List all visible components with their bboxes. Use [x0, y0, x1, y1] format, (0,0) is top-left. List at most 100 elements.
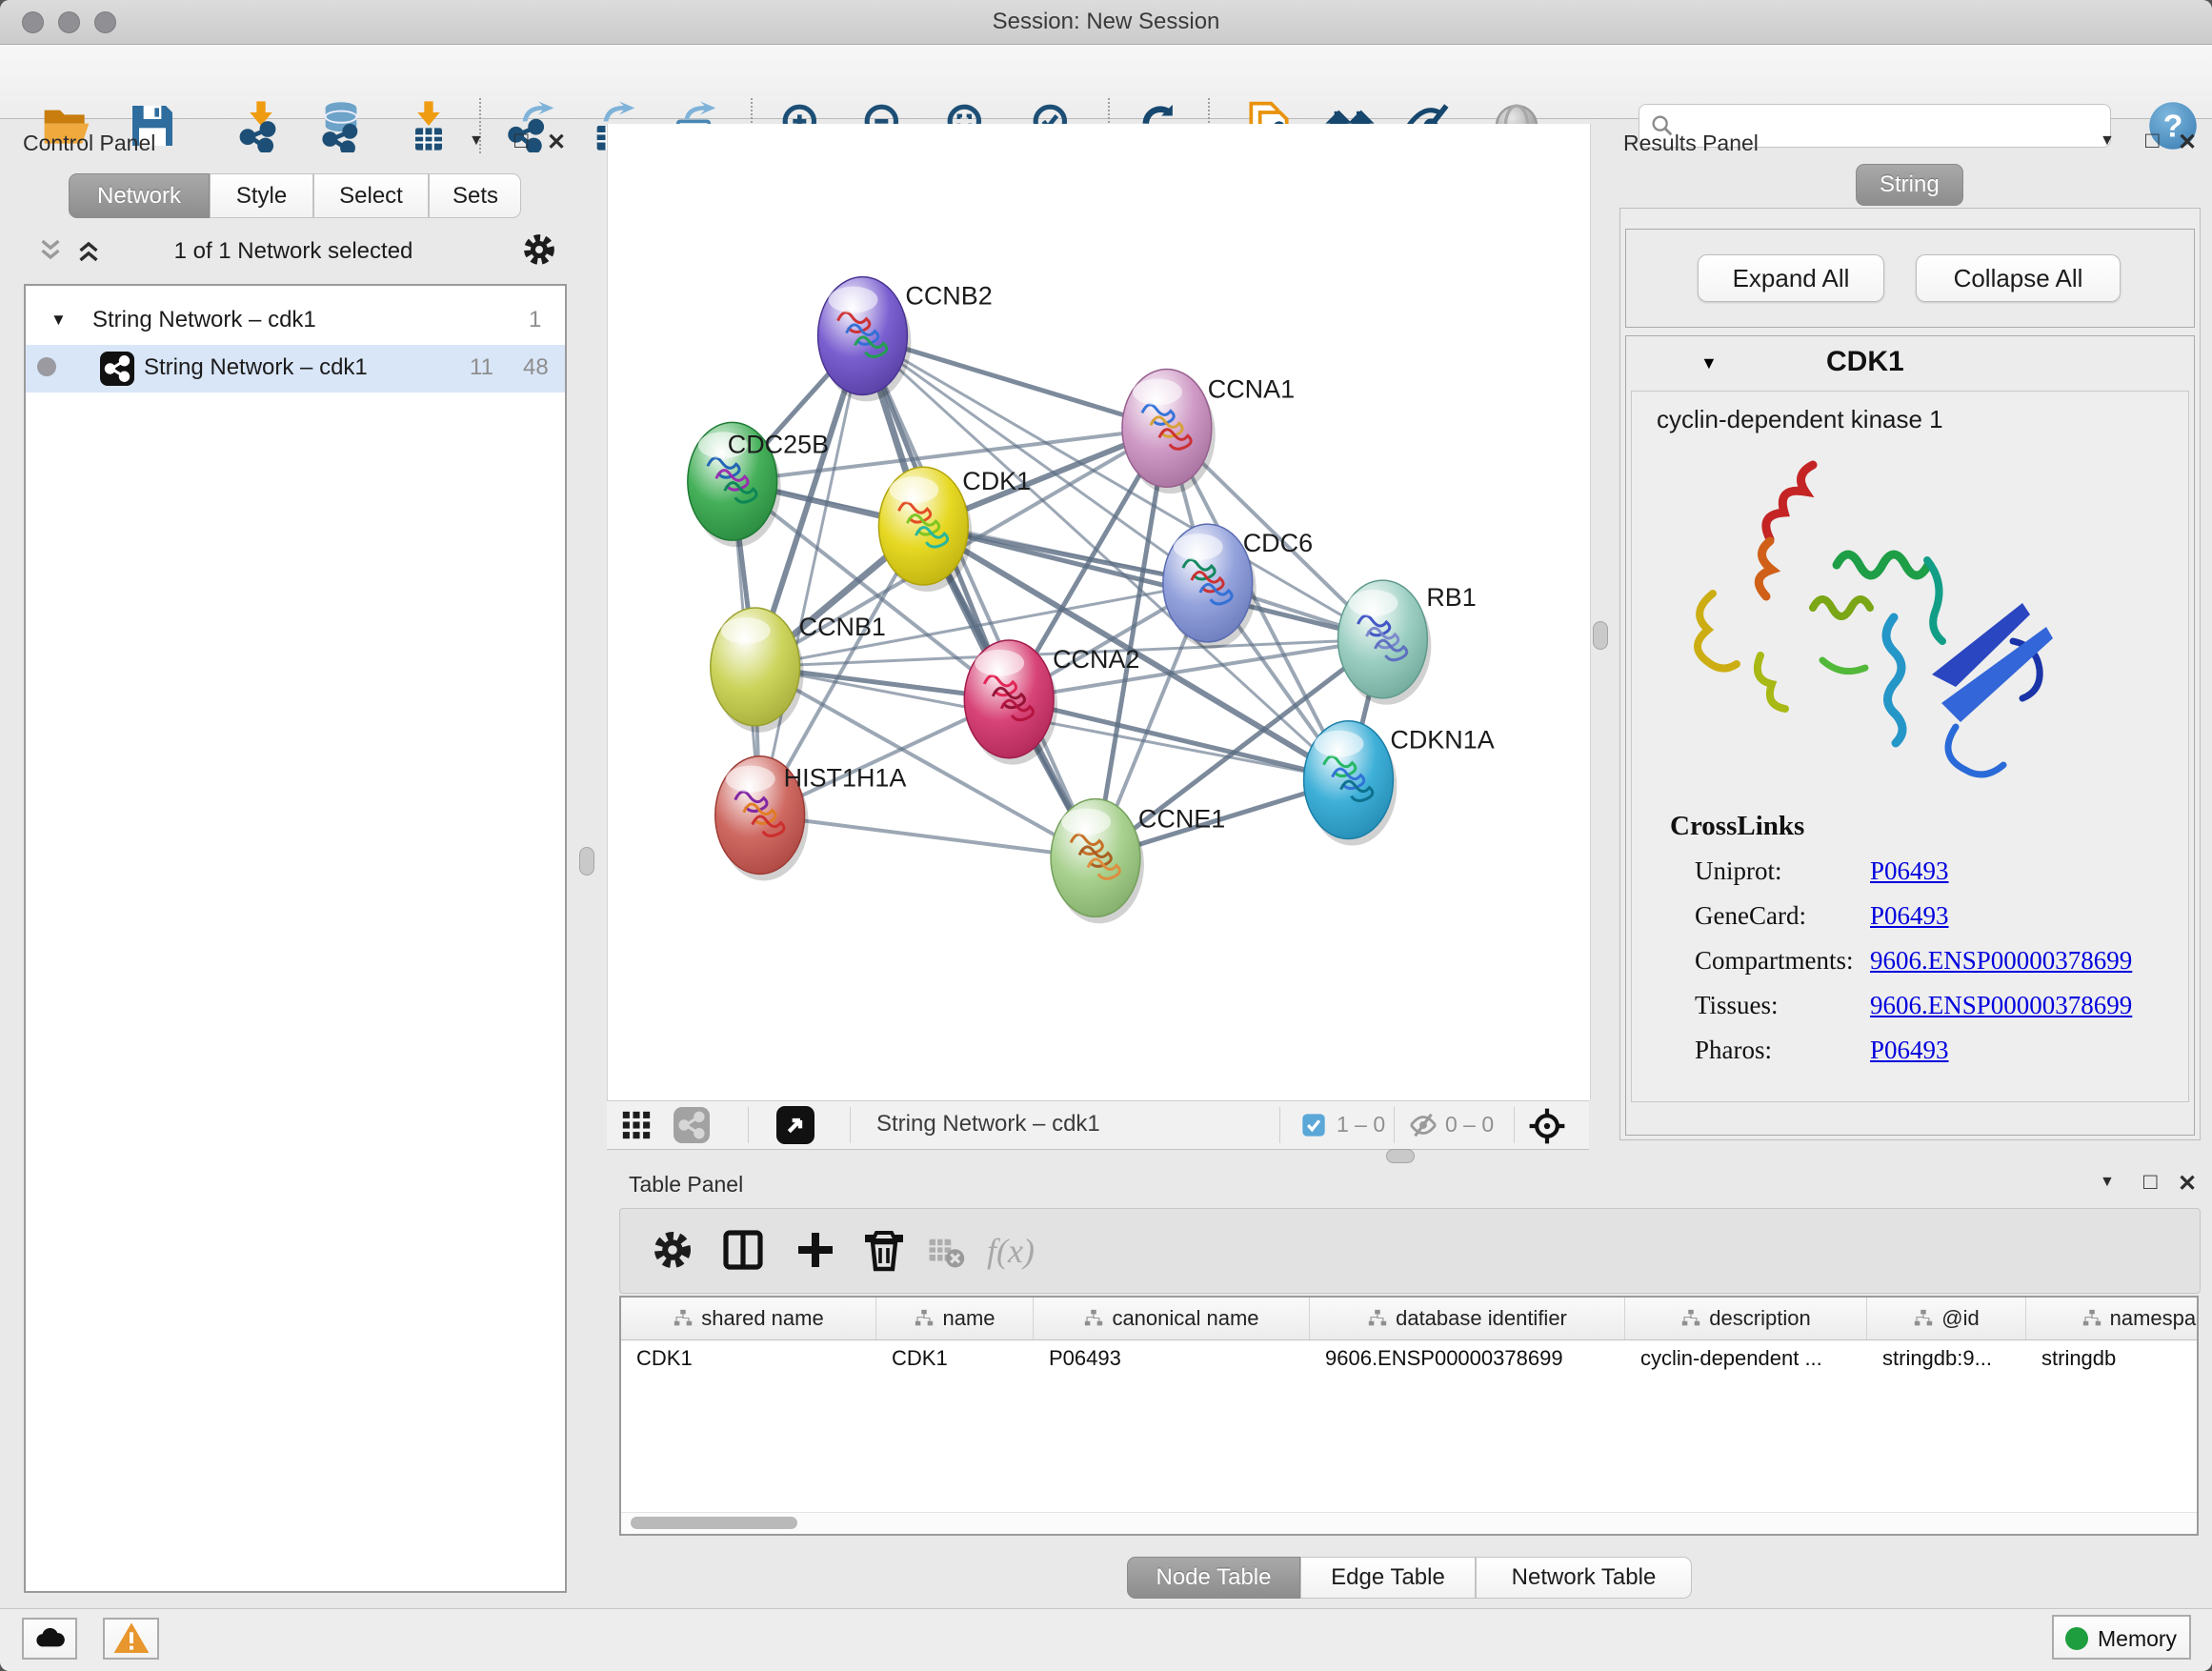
table-cell[interactable]: cyclin-dependent ...: [1625, 1339, 1867, 1378]
node-CDK1[interactable]: [878, 467, 972, 592]
table-cell[interactable]: CDK1: [621, 1339, 876, 1378]
crosslink-link[interactable]: 9606.ENSP00000378699: [1870, 946, 2132, 976]
left-splitter-handle[interactable]: [579, 847, 594, 876]
control-panel-collapse-icon[interactable]: ▼: [469, 132, 484, 150]
status-bar: [0, 1608, 2212, 1671]
column-header[interactable]: database identifier: [1310, 1298, 1625, 1339]
expand-all-button[interactable]: Expand All: [1698, 254, 1884, 302]
table-panel-collapse-icon[interactable]: ▼: [2100, 1174, 2115, 1191]
node-table[interactable]: shared namenamecanonical namedatabase id…: [619, 1296, 2199, 1536]
table-panel-float-icon[interactable]: □: [2143, 1169, 2158, 1196]
tab-sets[interactable]: Sets: [429, 173, 521, 218]
tab-string[interactable]: String: [1856, 164, 1963, 206]
node-CCNE1[interactable]: [1051, 799, 1144, 924]
node-label-CCNA2: CCNA2: [1053, 645, 1139, 674]
table-row[interactable]: CDK1CDK1P064939606.ENSP00000378699cyclin…: [621, 1339, 2199, 1378]
column-header[interactable]: namespace: [2026, 1298, 2199, 1339]
import-network-icon[interactable]: [234, 99, 288, 152]
crosslink-label: Pharos:: [1695, 1036, 1772, 1065]
birdseye-view-icon[interactable]: [776, 1106, 814, 1144]
footer-separator: [1514, 1107, 1515, 1143]
tab-edge-table[interactable]: Edge Table: [1300, 1557, 1476, 1599]
scrollbar-thumb[interactable]: [631, 1517, 797, 1529]
edge-HIST1H1A-CCNE1[interactable]: [760, 815, 1096, 858]
crosslink-link[interactable]: P06493: [1870, 1036, 1949, 1065]
collection-expander-icon[interactable]: ▼: [50, 311, 67, 330]
edge-CCNB2-HIST1H1A[interactable]: [760, 336, 863, 815]
title-bar: Session: New Session: [0, 0, 2212, 45]
network-view-toolbar: String Network – cdk1 1 – 0 0 – 0: [607, 1100, 1589, 1150]
node-label-HIST1H1A: HIST1H1A: [784, 764, 907, 793]
node-CCNB2[interactable]: [818, 277, 912, 402]
fit-content-crosshair-icon[interactable]: [1527, 1106, 1567, 1146]
window-title: Session: New Session: [0, 9, 2212, 35]
footer-separator: [748, 1107, 749, 1143]
tab-network[interactable]: Network: [69, 173, 210, 218]
node-RB1[interactable]: [1338, 580, 1432, 705]
cloud-status-button[interactable]: [22, 1618, 77, 1660]
table-cell[interactable]: 9606.ENSP00000378699: [1310, 1339, 1625, 1378]
network-thumbnail-icon[interactable]: [674, 1107, 710, 1143]
hidden-eye-icon[interactable]: [1407, 1109, 1439, 1141]
import-network-from-database-icon[interactable]: [314, 99, 368, 152]
memory-button[interactable]: Memory: [2052, 1615, 2191, 1660]
crosslink-label: Uniprot:: [1695, 856, 1782, 886]
delete-column-icon[interactable]: [861, 1227, 907, 1273]
crosslink-label: Compartments:: [1695, 946, 1853, 976]
node-label-RB1: RB1: [1426, 583, 1476, 612]
crosslink-link[interactable]: 9606.ENSP00000378699: [1870, 991, 2132, 1020]
collapse-all-button[interactable]: Collapse All: [1916, 254, 2121, 302]
network-selection-status: 1 of 1 Network selected: [24, 238, 563, 265]
column-header[interactable]: description: [1625, 1298, 1867, 1339]
network-collection-row[interactable]: ▼ String Network – cdk1 1: [26, 297, 565, 345]
node-CDKN1A[interactable]: [1304, 721, 1398, 846]
node-CCNA2[interactable]: [964, 640, 1057, 765]
grid-view-icon[interactable]: [620, 1109, 653, 1141]
hidden-counts: 0 – 0: [1445, 1112, 1494, 1137]
network-graph[interactable]: CCNB2CCNA1CDC25BCDK1CDC6RB1CCNB1CCNA2CDK…: [608, 124, 1588, 1100]
results-panel-collapse-icon[interactable]: ▼: [2100, 132, 2115, 150]
results-panel-tabs: String: [1856, 164, 1963, 206]
column-header[interactable]: @id: [1867, 1298, 2026, 1339]
import-table-icon[interactable]: [402, 99, 455, 152]
collection-count: 1: [529, 307, 541, 333]
results-panel-float-icon[interactable]: □: [2145, 128, 2160, 154]
selected-checkbox-icon[interactable]: [1300, 1112, 1327, 1138]
crosslink-link[interactable]: P06493: [1870, 856, 1949, 886]
footer-separator: [1279, 1107, 1280, 1143]
table-cell[interactable]: stringdb:9...: [1867, 1339, 2026, 1378]
column-header[interactable]: name: [876, 1298, 1034, 1339]
table-cell[interactable]: stringdb: [2026, 1339, 2199, 1378]
crosslink-link[interactable]: P06493: [1870, 901, 1949, 931]
node-CCNA1[interactable]: [1122, 369, 1216, 493]
table-cell[interactable]: CDK1: [876, 1339, 1034, 1378]
table-panel-close-icon[interactable]: ✕: [2178, 1170, 2197, 1198]
node-label-CCNE1: CCNE1: [1138, 805, 1225, 834]
column-header[interactable]: shared name: [621, 1298, 876, 1339]
add-column-icon[interactable]: [793, 1227, 838, 1273]
memory-status-dot: [2065, 1627, 2088, 1650]
tab-style[interactable]: Style: [210, 173, 313, 218]
protein-structure-image: [1670, 451, 2080, 803]
column-header[interactable]: canonical name: [1034, 1298, 1310, 1339]
network-canvas[interactable]: CCNB2CCNA1CDC25BCDK1CDC6RB1CCNB1CCNA2CDK…: [607, 124, 1591, 1100]
table-horizontal-scrollbar: [621, 1512, 2197, 1534]
show-columns-icon[interactable]: [720, 1227, 766, 1273]
cdk1-description: cyclin-dependent kinase 1: [1657, 405, 1943, 434]
table-cell[interactable]: P06493: [1034, 1339, 1310, 1378]
node-CCNB1[interactable]: [711, 608, 804, 733]
control-panel-float-icon[interactable]: □: [514, 128, 529, 154]
table-gear-icon[interactable]: [650, 1227, 695, 1273]
tab-node-table[interactable]: Node Table: [1127, 1557, 1300, 1599]
right-splitter-handle[interactable]: [1593, 621, 1608, 650]
bottom-splitter-handle[interactable]: [1386, 1149, 1415, 1163]
tab-network-table[interactable]: Network Table: [1476, 1557, 1692, 1599]
warnings-button[interactable]: [103, 1618, 159, 1660]
control-panel-close-icon[interactable]: ✕: [547, 129, 566, 156]
node-label-CDK1: CDK1: [962, 467, 1031, 495]
network-row-selected[interactable]: String Network – cdk1 11 48: [26, 345, 565, 393]
cdk1-expander-icon[interactable]: ▼: [1700, 353, 1718, 373]
network-options-gear-icon[interactable]: [520, 231, 558, 269]
tab-select[interactable]: Select: [313, 173, 429, 218]
results-panel-close-icon[interactable]: ✕: [2178, 129, 2197, 156]
